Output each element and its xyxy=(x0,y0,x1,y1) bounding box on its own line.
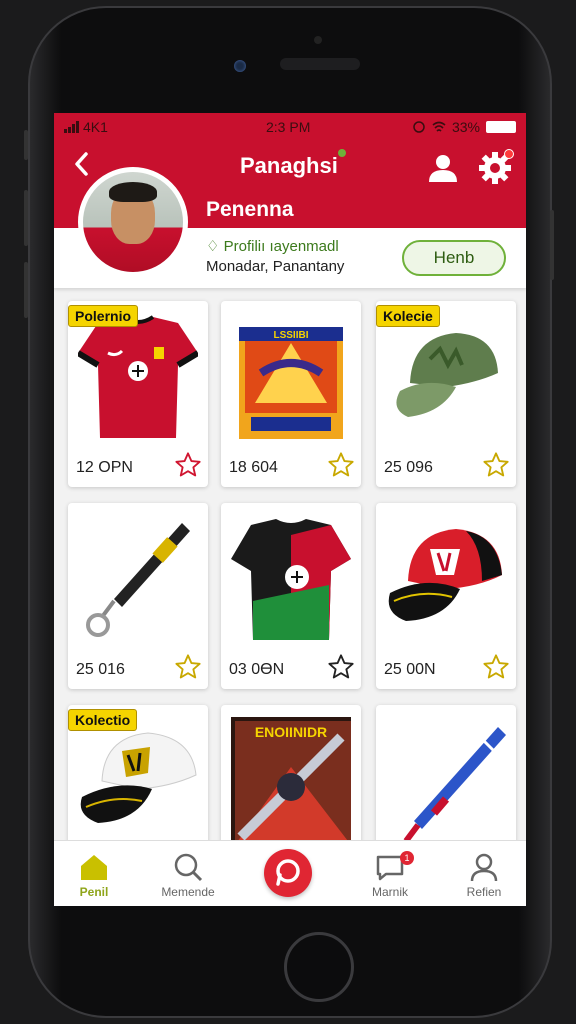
settings-badge xyxy=(504,149,514,159)
poster-title: ENOIINIDR xyxy=(255,724,327,740)
tab-label: Memende xyxy=(161,885,215,899)
tab-search[interactable]: Memende xyxy=(148,841,228,906)
product-card[interactable]: LSSIIBI 18 604 xyxy=(221,301,361,487)
tab-messages[interactable]: 1 Marnik xyxy=(350,841,430,906)
battery-percent: 33% xyxy=(451,119,480,135)
lanyard-image xyxy=(78,515,198,645)
tab-label: Marnik xyxy=(371,885,408,899)
svg-text:LSSIIBI: LSSIIBI xyxy=(273,330,308,341)
page-title: Panaghsi xyxy=(240,153,338,178)
product-price: 03 0ӨN xyxy=(229,661,285,678)
product-grid: Polernio 12 OPN LSSIIBI 18 604 Kolecie 25 096… xyxy=(54,301,526,891)
app-screen: 4K1 2:3 PM 33% Panaghsi Penenna ♢ Profil… xyxy=(54,113,526,906)
signal-icon xyxy=(64,121,79,133)
status-time: 2:3 PM xyxy=(266,119,311,135)
profile-subtitle: ♢ Profiliı ıayenmadl xyxy=(206,237,339,255)
favorite-star-icon[interactable] xyxy=(482,451,510,479)
avatar-hair xyxy=(109,182,157,202)
chevron-left-icon xyxy=(75,152,88,176)
earpiece-speaker xyxy=(280,58,360,70)
product-price: 12 OPN xyxy=(76,459,133,476)
collection-tag: Polernio xyxy=(68,305,139,327)
product-card[interactable]: Kolecie 25 096 xyxy=(376,301,516,487)
red-cap-image xyxy=(386,515,506,645)
white-cap-image xyxy=(78,717,198,847)
tab-label: Refien xyxy=(466,885,502,899)
favorite-star-icon[interactable] xyxy=(174,653,202,681)
alarm-icon xyxy=(413,121,425,133)
search-icon xyxy=(174,853,203,882)
proximity-sensor xyxy=(314,36,322,44)
tab-chat-center[interactable] xyxy=(264,849,312,897)
power-button[interactable] xyxy=(550,210,554,280)
product-price: 18 604 xyxy=(229,459,278,476)
avatar[interactable] xyxy=(78,167,188,277)
favorite-star-icon[interactable] xyxy=(327,451,355,479)
wifi-icon xyxy=(432,121,446,132)
follow-button[interactable]: Henb xyxy=(402,240,506,276)
front-camera xyxy=(234,60,246,72)
mute-switch[interactable] xyxy=(24,130,28,160)
collection-tag: Kolectio xyxy=(68,709,138,731)
verified-dot xyxy=(338,149,346,157)
profile-icon xyxy=(470,853,498,882)
status-bar: 4K1 2:3 PM 33% xyxy=(54,117,526,137)
baseball-bat-image xyxy=(386,717,506,847)
collection-tag: Kolecie xyxy=(376,305,440,327)
green-cap-image xyxy=(386,313,506,443)
message-badge: 1 xyxy=(400,851,414,865)
product-card[interactable]: Polernio 12 OPN xyxy=(68,301,208,487)
tab-home[interactable]: Penil xyxy=(54,841,134,906)
volume-down-button[interactable] xyxy=(24,262,28,318)
poster-image: ENOIINIDR xyxy=(231,717,355,849)
battery-icon xyxy=(486,121,516,133)
profile-subtitle-text: Profiliı ıayenmadl xyxy=(223,238,339,255)
volume-up-button[interactable] xyxy=(24,190,28,246)
product-price: 25 016 xyxy=(76,661,125,678)
product-card[interactable]: 25 016 xyxy=(68,503,208,689)
product-price: 25 00N xyxy=(384,661,436,678)
product-price: 25 096 xyxy=(384,459,433,476)
favorite-star-icon[interactable] xyxy=(327,653,355,681)
red-jersey-image xyxy=(76,313,200,443)
profile-location: Monadar, Panantany xyxy=(206,258,345,275)
tab-label: Penil xyxy=(79,885,109,899)
account-button[interactable] xyxy=(426,151,460,185)
back-button[interactable] xyxy=(70,149,94,179)
black-green-jersey-image xyxy=(231,515,351,645)
home-button[interactable] xyxy=(284,932,354,1002)
tab-bar: Penil Memende 1 Marnik Refien xyxy=(54,840,526,906)
product-card[interactable]: 25 00N xyxy=(376,503,516,689)
product-card[interactable]: 03 0ӨN xyxy=(221,503,361,689)
chat-logo-icon xyxy=(276,859,300,886)
leaf-icon: ♢ xyxy=(206,238,224,255)
tab-profile[interactable]: Refien xyxy=(444,841,524,906)
favorite-star-icon[interactable] xyxy=(482,653,510,681)
trading-card-box-image: LSSIIBI xyxy=(231,313,351,443)
settings-button[interactable] xyxy=(478,149,514,185)
profile-name: Penenna xyxy=(206,198,294,221)
user-icon xyxy=(429,155,457,182)
home-icon xyxy=(81,855,107,880)
favorite-star-icon[interactable] xyxy=(174,451,202,479)
carrier-label: 4K1 xyxy=(83,119,108,135)
